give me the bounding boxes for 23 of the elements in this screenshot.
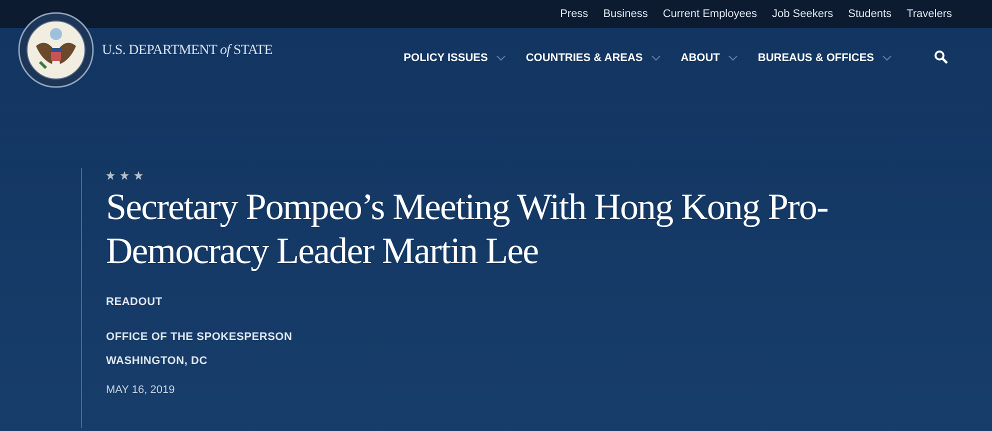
article-type: READOUT xyxy=(106,295,164,310)
nav-link[interactable]: ABOUT xyxy=(680,50,738,66)
location: WASHINGTON, DC xyxy=(106,354,208,369)
nav-link[interactable]: BUREAUS & OFFICES xyxy=(758,50,892,66)
chevron-icon xyxy=(496,55,506,61)
nav-link[interactable]: COUNTRIES & AREAS xyxy=(526,50,661,66)
seal-icon[interactable] xyxy=(18,12,94,88)
chevron-icon xyxy=(728,55,738,61)
date: MAY 16, 2019 xyxy=(106,382,176,398)
stars-icon xyxy=(106,171,144,180)
nav-link[interactable]: POLICY ISSUES xyxy=(404,50,506,66)
search-icon[interactable] xyxy=(934,50,948,64)
utility-link[interactable]: Business xyxy=(603,6,648,22)
utility-link[interactable]: Job Seekers xyxy=(772,6,834,22)
chevron-icon xyxy=(650,55,661,61)
chevron-icon xyxy=(882,55,892,61)
utility-link[interactable]: Travelers xyxy=(906,6,952,22)
utility-link[interactable]: Current Employees xyxy=(662,6,757,22)
utility-link[interactable]: Press xyxy=(560,6,588,22)
utility-link[interactable]: Students xyxy=(848,6,892,22)
office-name: OFFICE OF THE SPOKESPERSON xyxy=(106,330,294,344)
article-title: Secretary Pompeo’s Meeting With Hong Kong Pro-Democracy Leader Martin Lee xyxy=(106,186,829,274)
site-name[interactable]: U.S. DEPARTMENT of STATE xyxy=(102,40,273,60)
